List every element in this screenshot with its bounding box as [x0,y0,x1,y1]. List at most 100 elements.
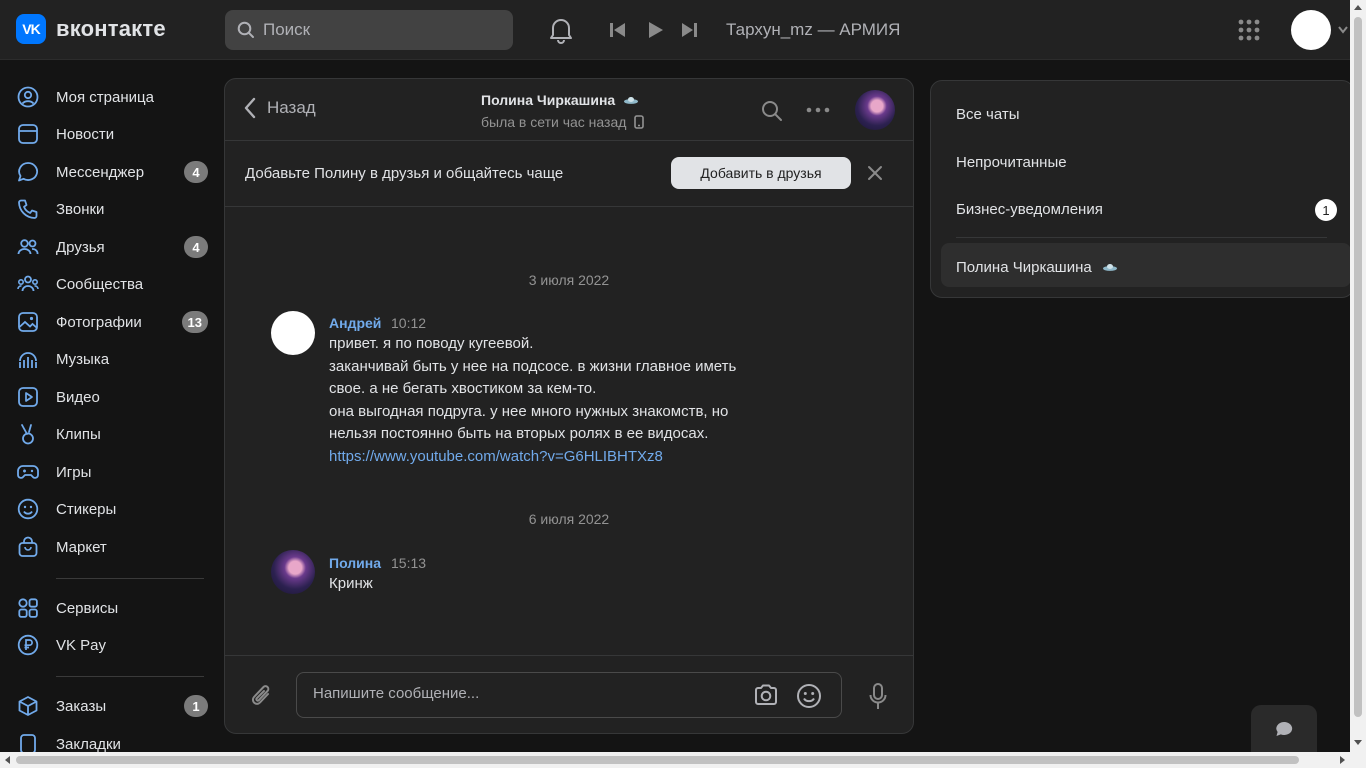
ufo-status-icon [1102,264,1117,271]
author-avatar[interactable] [271,550,315,594]
youtube-link[interactable]: https://www.youtube.com/watch?v=G6HLIBHT… [329,448,663,465]
close-icon[interactable] [865,163,885,183]
nav-label: Сообщества [56,275,144,293]
folder-current-chat[interactable]: Полина Чиркашина [956,259,1118,276]
chevron-left-icon [244,97,256,119]
nav-item-video[interactable]: Видео [16,379,210,415]
ufo-status-icon [624,97,639,104]
vk-logo[interactable]: VK вконтакте [16,14,166,44]
nav-label: VK Pay [56,636,107,654]
profile-avatar[interactable] [1291,10,1331,50]
add-friend-text: Добавьте Полину в друзья и общайтесь чащ… [245,165,564,182]
nav-label: Игры [56,463,92,481]
search-input[interactable] [263,20,483,40]
paperclip-icon[interactable] [249,682,275,710]
search-icon[interactable] [761,100,783,122]
microphone-icon[interactable] [868,682,888,712]
nav-item-calls[interactable]: Звонки [16,191,210,227]
nav-item-communities[interactable]: Сообщества [16,266,210,302]
services-icon [16,596,40,620]
horizontal-scroll-thumb[interactable] [16,756,1299,764]
mobile-icon [634,115,645,129]
peer-status-text: была в сети час назад [481,114,627,130]
peer-name[interactable]: Полина Чиркашина [481,92,639,108]
message-line: она выгодная подруга. у нее много нужных… [329,402,729,420]
message-input[interactable] [313,685,733,702]
user-circle-icon [16,85,40,109]
peer-status: была в сети час назад [481,114,645,130]
message-input-box[interactable] [296,672,842,718]
message-time[interactable]: 15:13 [391,555,426,571]
newsfeed-icon [16,122,40,146]
add-friend-banner: Добавьте Полину в друзья и общайтесь чащ… [225,141,913,207]
folder-business[interactable]: Бизнес-уведомления [956,201,1103,218]
nav-item-my-page[interactable]: Моя страница [16,79,210,115]
nav-item-services[interactable]: Сервисы [16,590,210,626]
gamepad-icon [16,460,40,484]
message-author[interactable]: Андрей [329,315,381,331]
next-track-icon[interactable] [680,22,698,38]
search-box[interactable] [225,10,513,50]
unread-badge: 4 [184,161,208,183]
bell-icon[interactable] [548,16,574,44]
friends-icon [16,235,40,259]
peer-avatar[interactable] [855,90,895,130]
search-icon [237,21,254,38]
scroll-down-arrow[interactable] [1354,740,1362,745]
vk-logo-text: вконтакте [56,16,166,41]
photos-badge: 13 [181,311,208,333]
add-friend-button[interactable]: Добавить в друзья [671,157,851,189]
chevron-down-icon[interactable] [1338,26,1348,34]
nav-item-messenger[interactable]: Мессенджер 4 [16,154,210,190]
business-badge: 1 [1315,199,1337,221]
message-body: Кринж [329,573,373,596]
horizontal-scrollbar[interactable] [0,752,1366,768]
back-label: Назад [267,98,316,117]
now-playing-track[interactable]: Тархун_mz — АРМИЯ [726,20,900,40]
nav-item-stickers[interactable]: Стикеры [16,491,210,527]
folder-unread[interactable]: Непрочитанные [956,154,1067,171]
nav-label: Закладки [56,735,121,753]
nav-item-clips[interactable]: Клипы [16,416,210,452]
folder-all-chats[interactable]: Все чаты [956,106,1020,123]
nav-label: Фотографии [56,313,142,331]
back-button[interactable]: Назад [243,97,316,119]
message-line: привет. я по поводу кугеевой. [329,335,534,352]
vertical-scrollbar[interactable] [1350,0,1366,752]
author-avatar[interactable] [271,311,315,355]
message-line: Кринж [329,575,373,592]
scroll-right-arrow[interactable] [1340,756,1345,764]
photo-icon [16,310,40,334]
chat-folders-panel: Все чаты Непрочитанные Бизнес-уведомлени… [930,80,1354,298]
nav-item-photos[interactable]: Фотографии 13 [16,304,210,340]
more-icon[interactable] [806,107,830,113]
nav-item-news[interactable]: Новости [16,116,210,152]
nav-item-music[interactable]: Музыка [16,341,210,377]
message-author[interactable]: Полина [329,555,381,571]
play-icon[interactable] [647,21,665,39]
emoji-icon[interactable] [796,683,822,709]
nav-label: Музыка [56,350,110,368]
date-separator: 6 июля 2022 [528,511,610,527]
nav-label: Мессенджер [56,163,145,181]
phone-icon [16,197,40,221]
camera-icon[interactable] [753,683,779,707]
nav-item-market[interactable]: Маркет [16,529,210,565]
nav-item-orders[interactable]: Заказы 1 [16,688,210,724]
orders-badge: 1 [184,695,208,717]
message-time[interactable]: 10:12 [391,315,426,331]
peer-name-text: Полина Чиркашина [481,92,616,108]
scroll-up-arrow[interactable] [1354,5,1362,10]
clips-icon [16,422,40,446]
scroll-left-arrow[interactable] [5,756,10,764]
nav-item-games[interactable]: Игры [16,454,210,490]
nav-item-vk-pay[interactable]: VK Pay [16,627,210,663]
nav-item-friends[interactable]: Друзья 4 [16,229,210,265]
vertical-scroll-thumb[interactable] [1354,17,1362,717]
previous-track-icon[interactable] [609,22,627,38]
music-icon [16,347,40,371]
nav-label: Моя страница [56,88,154,106]
apps-grid-icon[interactable] [1238,19,1260,41]
nav-label: Звонки [56,200,105,218]
open-chats-button[interactable] [1251,705,1317,753]
